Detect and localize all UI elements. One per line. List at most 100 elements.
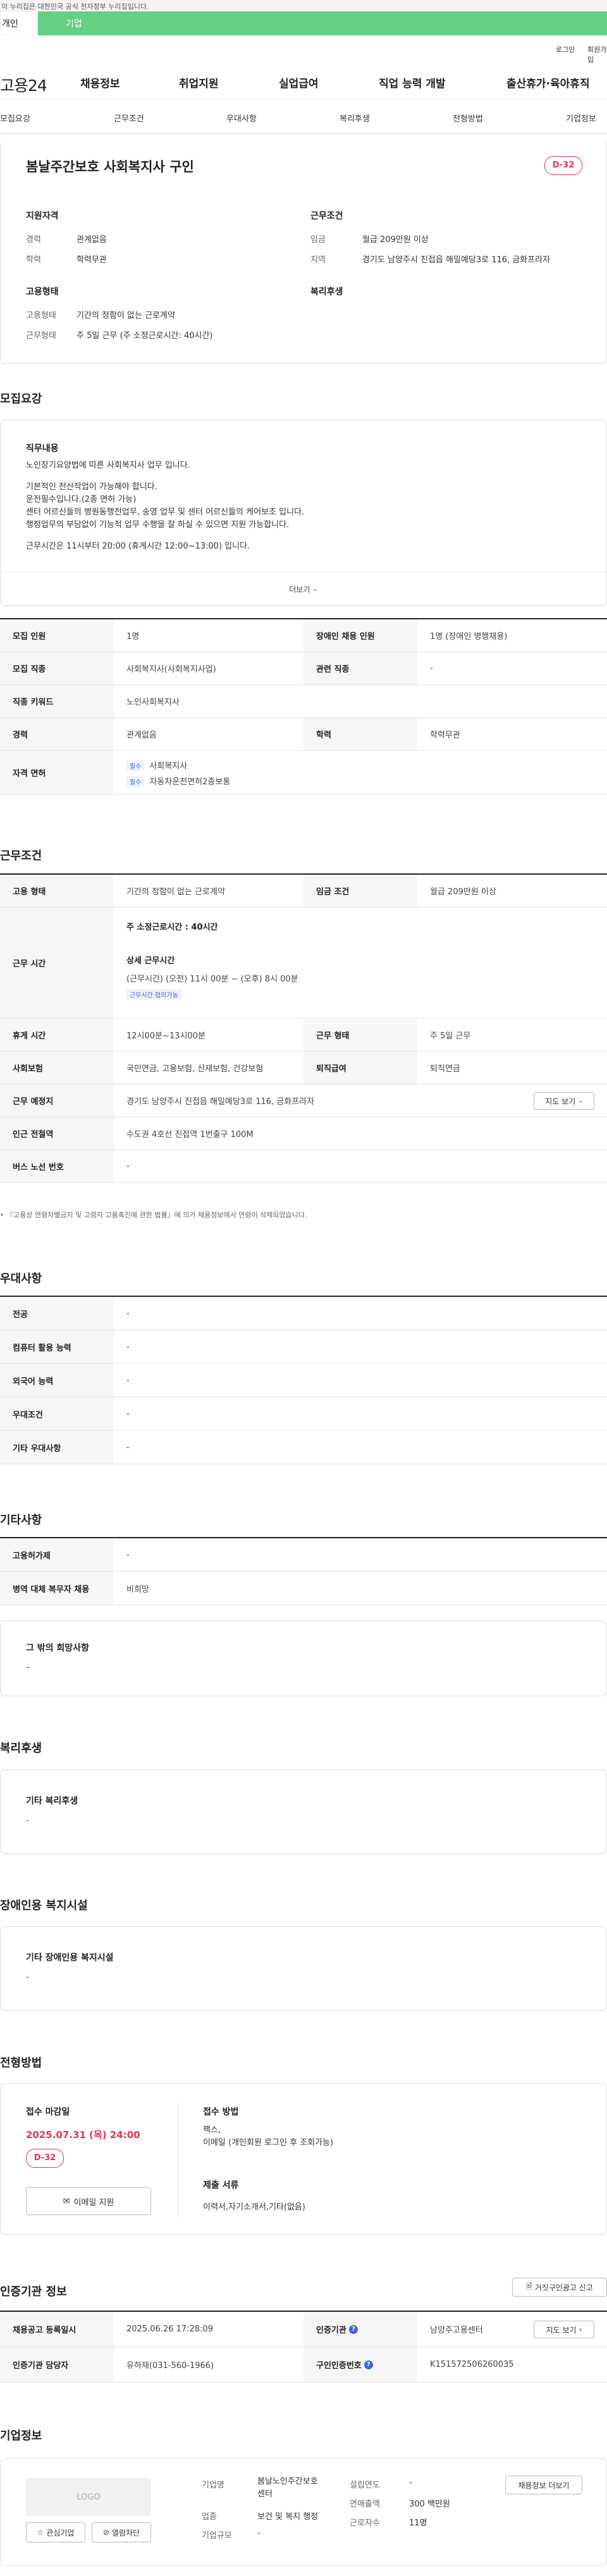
false-ad-report-button[interactable]: 🗎 거짓구인광고 신고 — [512, 2278, 607, 2297]
etc-value: - — [126, 1550, 130, 1560]
insurance-label: 사회보험 — [0, 1052, 114, 1084]
tab-company[interactable]: 기업 — [38, 11, 607, 35]
number-label-cell: 구인인증번호? — [304, 2347, 417, 2382]
process-card: 접수 마감일 2025.07.31 (목) 24:00 D-32 ✉ 이메일 지… — [0, 2083, 607, 2235]
anchor-welfare[interactable]: 복리후생 — [340, 112, 370, 124]
more-label: 더보기 — [289, 585, 310, 594]
weekly-hours: 주 소정근로시간 : 40시간 — [126, 923, 218, 932]
table-row: 컴퓨터 활용 능력 - — [0, 1330, 607, 1364]
method-line: 이메일 (개인회원 로그인 후 조회가능) — [203, 2138, 334, 2148]
severance-value: 퇴직연금 — [430, 1064, 460, 1074]
map-button[interactable]: 지도 보기 ⌄ — [534, 1092, 594, 1110]
pref-label: 우대조건 — [0, 1397, 114, 1430]
anchor-process[interactable]: 전형방법 — [453, 112, 483, 124]
emp-label: 고용형태 — [26, 311, 56, 320]
table-row: 근무 예정지 경기도 남양주시 진접읍 해밀예당3로 116, 금화프라자 지도… — [0, 1084, 607, 1117]
dday-badge: D-32 — [544, 156, 582, 175]
number-value: K151572506260035 — [430, 2360, 514, 2369]
number-label: 구인인증번호 — [316, 2361, 362, 2371]
table-row: 모집 직종 사회복지사(사회복지사업) 관련 직종 - — [0, 652, 607, 685]
job-desc-line — [26, 472, 304, 481]
nav-maternity-leave[interactable]: 출산휴가·육아휴직 — [506, 75, 590, 90]
pref-label: 외국어 능력 — [0, 1364, 114, 1397]
info-icon[interactable]: ? — [364, 2360, 373, 2369]
emp-row-label: 고용 형태 — [0, 875, 114, 907]
table-row: 직종 키워드 노인사회복지사 — [0, 685, 607, 718]
more-button[interactable]: 더보기 ⌄ — [1, 572, 606, 606]
more-jobs-button[interactable]: 채용정보 더보기 — [505, 2476, 582, 2494]
hours-label: 근무 시간 — [0, 908, 114, 1018]
method-line: 팩스, — [203, 2125, 221, 2135]
hope-card: 그 밖의 희망사항 - — [0, 1620, 607, 1696]
reg-label: 채용공고 등록일시 — [0, 2312, 114, 2347]
table-row: 고용허가제 - — [0, 1538, 607, 1572]
pref-value: - — [126, 1342, 130, 1352]
license-name: 자동차운전면허2종보통 — [149, 777, 231, 787]
company-card: LOGO ☆ 관심기업 ⊘ 열람차단 기업명 봄날노인주간보호 센터 업종 보건… — [0, 2458, 607, 2566]
table-row: 인근 전철역 수도권 4호선 진접역 1번출구 100M — [0, 1117, 607, 1150]
size-value: - — [257, 2529, 261, 2538]
anchor-company[interactable]: 기업정보 — [566, 112, 596, 124]
pref-label: 컴퓨터 활용 능력 — [0, 1330, 114, 1363]
license-item: 필수 자동차운전면허2종보통 — [126, 775, 230, 787]
hope-value: - — [26, 1663, 29, 1672]
edu-row-value: 학력무관 — [430, 731, 460, 740]
docs-value: 이력서,자기소개서,기타(없음) — [203, 2202, 305, 2212]
deadline-title: 접수 마감일 — [26, 2107, 70, 2117]
info-icon[interactable]: ? — [348, 2324, 358, 2334]
table-row: 외국어 능력 - — [0, 1364, 607, 1397]
conditions-table: 고용 형태 기간의 정함이 없는 근로계약 임금 조건 월급 209만원 이상 … — [0, 873, 607, 1183]
sales-value: 300 백만원 — [409, 2500, 450, 2509]
table-row: 채용공고 등록일시 2025.06.26 17:28:09 인증기관? 남양주고… — [0, 2312, 607, 2347]
login-link[interactable]: 로그인 — [556, 44, 575, 54]
industry-label: 업종 — [202, 2512, 217, 2522]
method-title: 접수 방법 — [203, 2107, 239, 2117]
docs-title: 제출 서류 — [203, 2180, 239, 2190]
disabled-facility-section-title: 장애인용 복지시설 — [0, 1899, 88, 1912]
job-desc-line — [26, 532, 304, 540]
nav-vocational-training[interactable]: 직업 능력 개발 — [379, 75, 446, 90]
required-badge: 필수 — [126, 775, 145, 787]
anchor-preference[interactable]: 우대사항 — [226, 112, 257, 124]
sales-label: 연매출액 — [350, 2500, 380, 2509]
anchor-conditions[interactable]: 근무조건 — [114, 112, 144, 124]
pref-label: 전공 — [0, 1297, 114, 1330]
table-row: 모집 인원 1명 장애인 채용 인원 1명 (장애인 병행채용) — [0, 619, 607, 652]
bus-label: 버스 노선 번호 — [0, 1150, 114, 1182]
license-name: 사회복지사 — [149, 761, 188, 771]
email-apply-button[interactable]: ✉ 이메일 지원 — [26, 2187, 151, 2215]
job-desc-line: 행정업무의 부담없이 기능적 업무 수행을 잘 하실 수 있으면 지원 가능합니… — [26, 520, 290, 530]
more-jobs-label: 채용정보 더보기 — [518, 2481, 570, 2490]
bus-value: - — [126, 1162, 130, 1171]
nav-employment-support[interactable]: 취업지원 — [179, 75, 219, 90]
anchor-recruit[interactable]: 모집요강 — [0, 112, 30, 124]
agency-table: 채용공고 등록일시 2025.06.26 17:28:09 인증기관? 남양주고… — [0, 2311, 607, 2383]
job-detail-page: 이 누리집은 대한민국 공식 전자정부 누리집입니다. 개인 기업 로그인 회원… — [0, 0, 607, 2576]
company-name-line: 봄날노인주간보호 — [257, 2477, 318, 2486]
tab-personal[interactable]: 개인 — [0, 11, 38, 35]
star-icon: ☆ — [37, 2528, 44, 2537]
welfare-box-value: - — [26, 1816, 29, 1825]
headcount-label: 모집 인원 — [0, 619, 114, 652]
agency-map-button[interactable]: 지도 보기 › — [534, 2321, 594, 2338]
conditions-section-title: 근무조건 — [0, 849, 42, 863]
table-row: 휴게 시간 12시00분~13시00분 근무 형태 주 5일 근무 — [0, 1019, 607, 1052]
nav-unemployment-benefit[interactable]: 실업급여 — [279, 75, 319, 90]
license-list: 필수 사회복지사 필수 자동차운전면허2종보통 — [114, 751, 243, 794]
manager-value: 유하재(031-560-1966) — [126, 2361, 214, 2371]
table-row: 경력 관계없음 학력 학력무관 — [0, 718, 607, 751]
age-footnote-text: 『고용상 연령차별금지 및 고령자 고용촉진에 관한 법률』에 의거 채용정보에… — [6, 1211, 307, 1219]
emp-row-value: 기간의 정함이 없는 근로계약 — [126, 887, 225, 897]
edu-row-label: 학력 — [304, 718, 417, 750]
method-lines: 팩스, 이메일 (개인회원 로그인 후 조회가능) — [203, 2124, 333, 2149]
favorite-company-button[interactable]: ☆ 관심기업 — [26, 2522, 85, 2543]
site-logo[interactable]: 고용24 — [0, 73, 47, 96]
util-links: 로그인 회원가입 — [0, 35, 607, 64]
mail-icon: ✉ — [63, 2196, 70, 2206]
negotiable-badge: 근무시간 협의가능 — [126, 989, 181, 1000]
nav-jobs[interactable]: 채용정보 — [80, 75, 120, 90]
block-company-button[interactable]: ⊘ 열람차단 — [92, 2522, 151, 2543]
reg-value: 2025.06.26 17:28:09 — [126, 2324, 213, 2334]
keyword-value: 노인사회복지사 — [126, 698, 180, 707]
detail-hours-value: (근무시간) (오전) 11시 00분 ~ (오후) 8시 00분 — [126, 975, 298, 984]
